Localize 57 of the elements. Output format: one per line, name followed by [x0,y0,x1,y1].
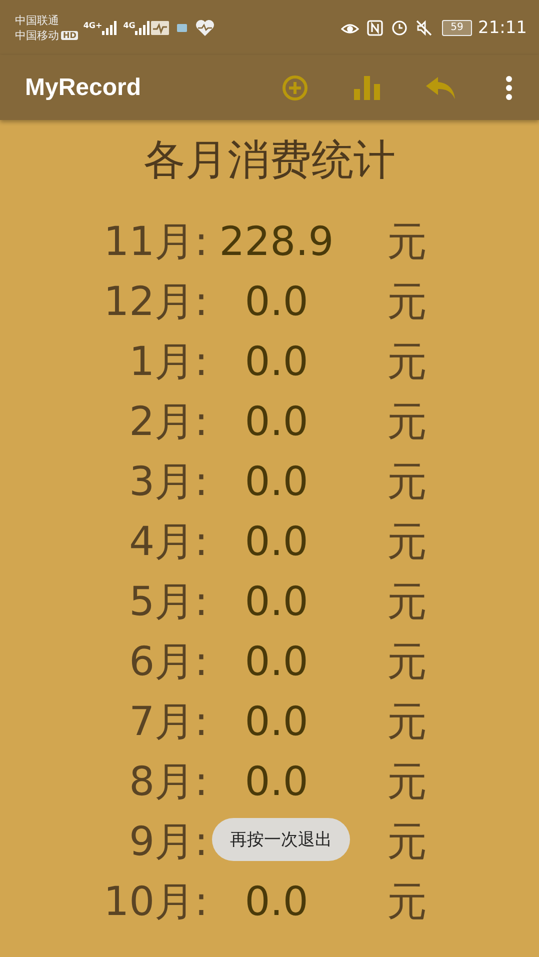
month-label: 7月: [128,698,208,747]
more-icon[interactable] [506,76,512,100]
currency-unit: 元 [386,818,427,867]
amount-value: 0.0 [244,338,310,387]
amount-value: 0.0 [244,278,310,327]
month-label: 8月: [128,758,208,807]
currency-unit: 元 [386,398,427,447]
currency-unit: 元 [386,638,427,687]
activity-icon [151,20,170,34]
nfc-icon [367,20,383,36]
amount-value: 0.0 [244,638,310,687]
amount-value: 0.0 [244,578,310,627]
amount-value: 228.9 [218,218,335,267]
month-label: 11月: [102,218,208,267]
clock: 21:11 [478,18,527,38]
amount-value: 0.0 [244,398,310,447]
currency-unit: 元 [386,758,427,807]
currency-unit: 元 [386,578,427,627]
add-icon[interactable] [282,74,308,100]
hd-badge: HD [61,30,78,40]
month-label: 6月: [128,638,208,687]
bar-chart-icon[interactable] [354,76,380,100]
currency-unit: 元 [386,878,427,927]
amount-value: 0.0 [244,758,310,807]
currency-unit: 元 [386,338,427,387]
amount-value: 0.0 [244,518,310,567]
month-label: 9月: [128,818,208,867]
currency-unit: 元 [386,218,427,267]
toast: 再按一次退出 [212,818,350,861]
carrier-name: 中国移动 [15,28,59,42]
month-label: 5月: [128,578,208,627]
page-heading: 各月消费统计 [142,134,396,186]
app-icon [177,24,188,32]
network-type: 4G+ [83,20,102,30]
month-label: 1月: [128,338,208,387]
currency-unit: 元 [386,698,427,747]
amount-value: 0.0 [244,698,310,747]
app-title: MyRecord [25,74,142,102]
battery-icon: 59 [442,20,472,36]
alarm-icon [391,19,408,36]
network-type: 4G [123,20,136,30]
currency-unit: 元 [386,458,427,507]
amount-value: 0.0 [244,878,310,927]
month-label: 12月: [102,278,208,327]
month-label: 3月: [128,458,208,507]
signal-icon [135,20,152,34]
currency-unit: 元 [386,278,427,327]
currency-unit: 元 [386,518,427,567]
month-label: 2月: [128,398,208,447]
month-label: 4月: [128,518,208,567]
month-label: 10月: [102,878,208,927]
heart-icon [195,18,216,36]
signal-icon [102,20,118,34]
reply-icon[interactable] [426,76,456,98]
carrier-name: 中国联通 [15,14,60,26]
amount-value: 0.0 [244,458,310,507]
mute-icon [416,20,432,36]
